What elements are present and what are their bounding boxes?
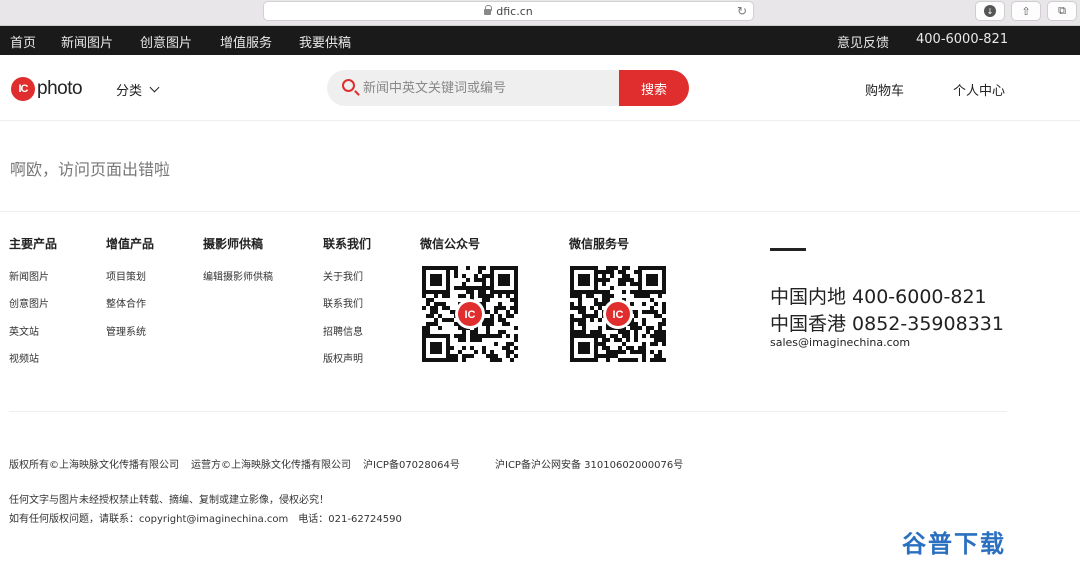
legal-operator: 运营方©上海映脉文化传播有限公司 — [191, 460, 351, 471]
footer-title-value-products: 增值产品 — [106, 237, 155, 251]
footer-link-cooperation[interactable]: 整体合作 — [106, 295, 146, 310]
address-bar[interactable]: dfic.cn ↻ — [263, 1, 754, 21]
legal-copyright-contact: 如有任何版权问题，请联系：copyright@imaginechina.com … — [9, 514, 402, 525]
download-icon: ↓ — [984, 5, 996, 17]
search-button[interactable]: 搜索 — [619, 70, 689, 106]
logo-mark: IC — [11, 77, 35, 101]
nav-news-images[interactable]: 新闻图片 — [61, 32, 113, 51]
user-center-link[interactable]: 个人中心 — [953, 80, 1005, 99]
footer-link-news-images[interactable]: 新闻图片 — [9, 268, 49, 283]
footer-link-project-planning[interactable]: 项目策划 — [106, 268, 146, 283]
divider — [9, 411, 1007, 412]
phone-hongkong: 中国香港 0852-35908331 — [770, 313, 1004, 335]
tabs-button[interactable]: ⧉ — [1047, 1, 1077, 21]
legal-notice: 任何文字与图片未经授权禁止转载、摘编、复制或建立影像，侵权必究！ — [9, 495, 329, 506]
nav-value-added[interactable]: 增值服务 — [220, 32, 272, 51]
nav-hotline: 400-6000-821 — [916, 32, 1009, 47]
sales-email[interactable]: sales@imaginechina.com — [770, 336, 910, 349]
contact-divider — [770, 248, 806, 251]
footer-title-photographer: 摄影师供稿 — [203, 237, 264, 251]
share-button[interactable]: ⇧ — [1011, 1, 1041, 21]
wechat-service-qr: IC — [570, 266, 666, 362]
search-input[interactable] — [327, 70, 627, 106]
footer-link-about[interactable]: 关于我们 — [323, 268, 363, 283]
footer-title-main-products: 主要产品 — [9, 237, 58, 251]
qr-title-wechat-official: 微信公众号 — [420, 237, 481, 251]
site-logo[interactable]: IC photo — [11, 76, 83, 102]
legal-icp[interactable]: 沪ICP备07028064号 — [363, 456, 460, 471]
category-label: 分类 — [116, 84, 143, 99]
downloads-button[interactable]: ↓ — [975, 1, 1005, 21]
reload-icon[interactable]: ↻ — [737, 4, 747, 18]
divider — [0, 211, 1080, 212]
chevron-down-icon — [149, 82, 160, 93]
lock-icon — [484, 5, 493, 15]
search-bar: 搜索 — [327, 70, 689, 106]
nav-contribute[interactable]: 我要供稿 — [299, 32, 351, 51]
site-header: IC photo 分类 搜索 购物车 个人中心 — [0, 55, 1080, 121]
qr-title-wechat-service: 微信服务号 — [569, 237, 630, 251]
footer-link-contact-us[interactable]: 联系我们 — [323, 295, 363, 310]
share-icon: ⇧ — [1021, 4, 1031, 18]
category-dropdown[interactable]: 分类 — [116, 80, 160, 99]
footer-link-creative-images[interactable]: 创意图片 — [9, 295, 49, 310]
footer-link-english-site[interactable]: 英文站 — [9, 323, 39, 338]
search-icon — [342, 79, 355, 92]
footer-link-copyright[interactable]: 版权声明 — [323, 350, 363, 365]
footer-link-jobs[interactable]: 招聘信息 — [323, 323, 363, 338]
tabs-icon: ⧉ — [1058, 4, 1066, 17]
cart-link[interactable]: 购物车 — [865, 80, 904, 99]
legal-security[interactable]: 沪ICP备沪公网安备 31010602000076号 — [495, 456, 683, 471]
nav-home[interactable]: 首页 — [10, 32, 36, 51]
logo-text: photo — [37, 78, 83, 99]
qr-logo-mark: IC — [613, 309, 624, 321]
address-text: dfic.cn — [496, 4, 533, 18]
nav-feedback[interactable]: 意见反馈 — [837, 32, 889, 51]
wechat-official-qr: IC — [422, 266, 518, 362]
footer-link-management[interactable]: 管理系统 — [106, 323, 146, 338]
error-message: 啊欧，访问页面出错啦 — [10, 160, 171, 179]
watermark-text: 谷普下载 — [902, 530, 1006, 558]
legal-copyright: 版权所有©上海映脉文化传播有限公司 — [9, 460, 179, 471]
phone-mainland: 中国内地 400-6000-821 — [770, 286, 987, 308]
top-nav: 首页 新闻图片 创意图片 增值服务 我要供稿 意见反馈 400-6000-821 — [0, 26, 1080, 55]
nav-creative-images[interactable]: 创意图片 — [140, 32, 192, 51]
footer-title-contact: 联系我们 — [323, 237, 372, 251]
footer-link-editor-photographer[interactable]: 编辑摄影师供稿 — [203, 268, 273, 283]
footer-link-video-site[interactable]: 视频站 — [9, 350, 39, 365]
qr-logo-mark: IC — [465, 309, 476, 321]
browser-toolbar: dfic.cn ↻ ↓ ⇧ ⧉ — [0, 0, 1080, 26]
